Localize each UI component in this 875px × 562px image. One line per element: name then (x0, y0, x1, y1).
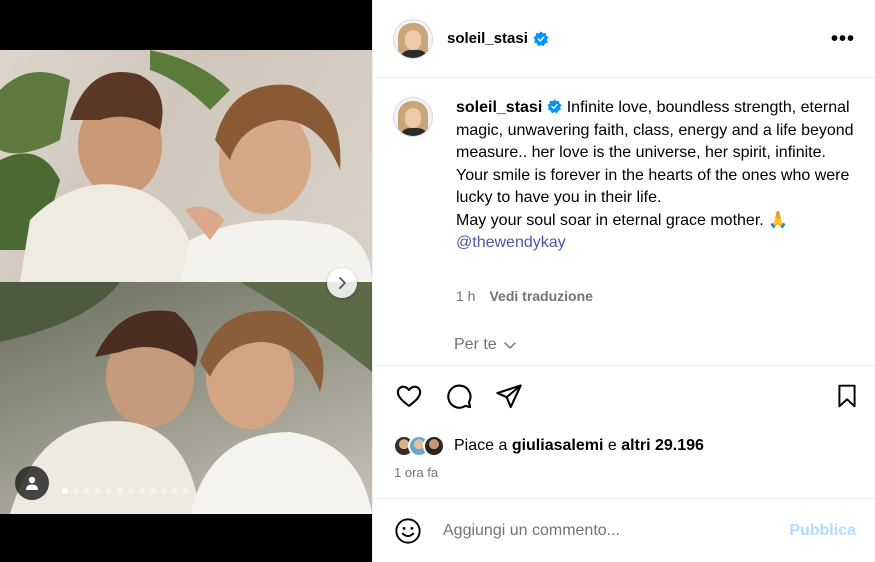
like-button[interactable] (393, 380, 425, 412)
for-you-dropdown[interactable]: Per te (454, 336, 517, 354)
carousel-photo-top (0, 50, 372, 282)
save-button[interactable] (831, 380, 863, 412)
verified-badge-icon (547, 99, 562, 114)
carousel-dot (150, 488, 156, 494)
carousel-dot (183, 488, 189, 494)
chevron-right-icon (339, 277, 346, 289)
caption-meta: 1 h Vedi traduzione (456, 288, 593, 304)
caption-row: soleil_stasi Infinite love, boundless st… (393, 97, 856, 255)
carousel-next-button[interactable] (327, 268, 357, 298)
post-timestamp: 1 ora fa (394, 465, 439, 480)
likes-summary[interactable]: Piace a giuliasalemi e altri 29.196 (393, 435, 704, 457)
bookmark-icon (838, 384, 856, 408)
share-button[interactable] (493, 380, 525, 412)
carousel-dot (161, 488, 167, 494)
likes-prefix: Piace a (454, 437, 512, 454)
avatar[interactable] (393, 97, 433, 137)
paper-plane-icon (496, 384, 522, 409)
carousel-dot (139, 488, 145, 494)
likes-text: Piace a giuliasalemi e altri 29.196 (454, 437, 704, 455)
carousel-dot (172, 488, 178, 494)
for-you-label: Per te (454, 336, 497, 353)
see-translation-button[interactable]: Vedi traduzione (489, 288, 592, 304)
mention-link[interactable]: @thewendykay (456, 234, 566, 251)
avatar[interactable] (393, 18, 433, 59)
caption-text: soleil_stasi Infinite love, boundless st… (456, 97, 856, 255)
publish-button[interactable]: Pubblica (789, 522, 856, 540)
comment-input[interactable] (443, 521, 773, 540)
photo-illustration-top (0, 50, 372, 282)
carousel-photo-bottom (0, 282, 372, 514)
more-options-button[interactable]: ••• (831, 29, 855, 49)
caption-username[interactable]: soleil_stasi (456, 99, 542, 116)
caption-line-2: Your smile is forever in the hearts of t… (456, 166, 850, 207)
chevron-down-icon (503, 342, 516, 349)
photo-illustration-bottom (0, 282, 372, 514)
likes-middle: e (603, 437, 622, 454)
carousel-dot (128, 488, 134, 494)
emoji-icon (395, 517, 421, 544)
likes-user-link[interactable]: giuliasalemi (512, 437, 604, 454)
carousel-dot (95, 488, 101, 494)
carousel-dot (84, 488, 90, 494)
comment-button[interactable] (443, 380, 475, 412)
verified-badge-icon (533, 30, 549, 47)
post-actions (373, 380, 875, 420)
carousel-indicator (62, 488, 189, 494)
carousel-dot (73, 488, 79, 494)
comment-composer: Pubblica (373, 498, 875, 562)
caption-line-3: May your soul soar in eternal grace moth… (456, 211, 789, 229)
post-media (0, 0, 372, 562)
heart-icon (396, 385, 422, 407)
post-detail-pane: soleil_stasi ••• soleil_stasi Infinite l… (372, 0, 875, 562)
likes-count-link[interactable]: altri 29.196 (621, 437, 704, 454)
carousel-dot (106, 488, 112, 494)
person-icon (26, 476, 38, 490)
tagged-users-button[interactable] (15, 466, 49, 500)
comment-icon (447, 384, 472, 409)
caption-section: soleil_stasi Infinite love, boundless st… (373, 79, 875, 366)
carousel-dot (62, 488, 68, 494)
post-author-username[interactable]: soleil_stasi (447, 30, 528, 47)
avatar (423, 435, 445, 457)
carousel-dot (117, 488, 123, 494)
post-header: soleil_stasi ••• (373, 0, 875, 78)
caption-time: 1 h (456, 288, 476, 304)
liker-avatars (393, 435, 445, 457)
emoji-button[interactable] (393, 516, 423, 546)
